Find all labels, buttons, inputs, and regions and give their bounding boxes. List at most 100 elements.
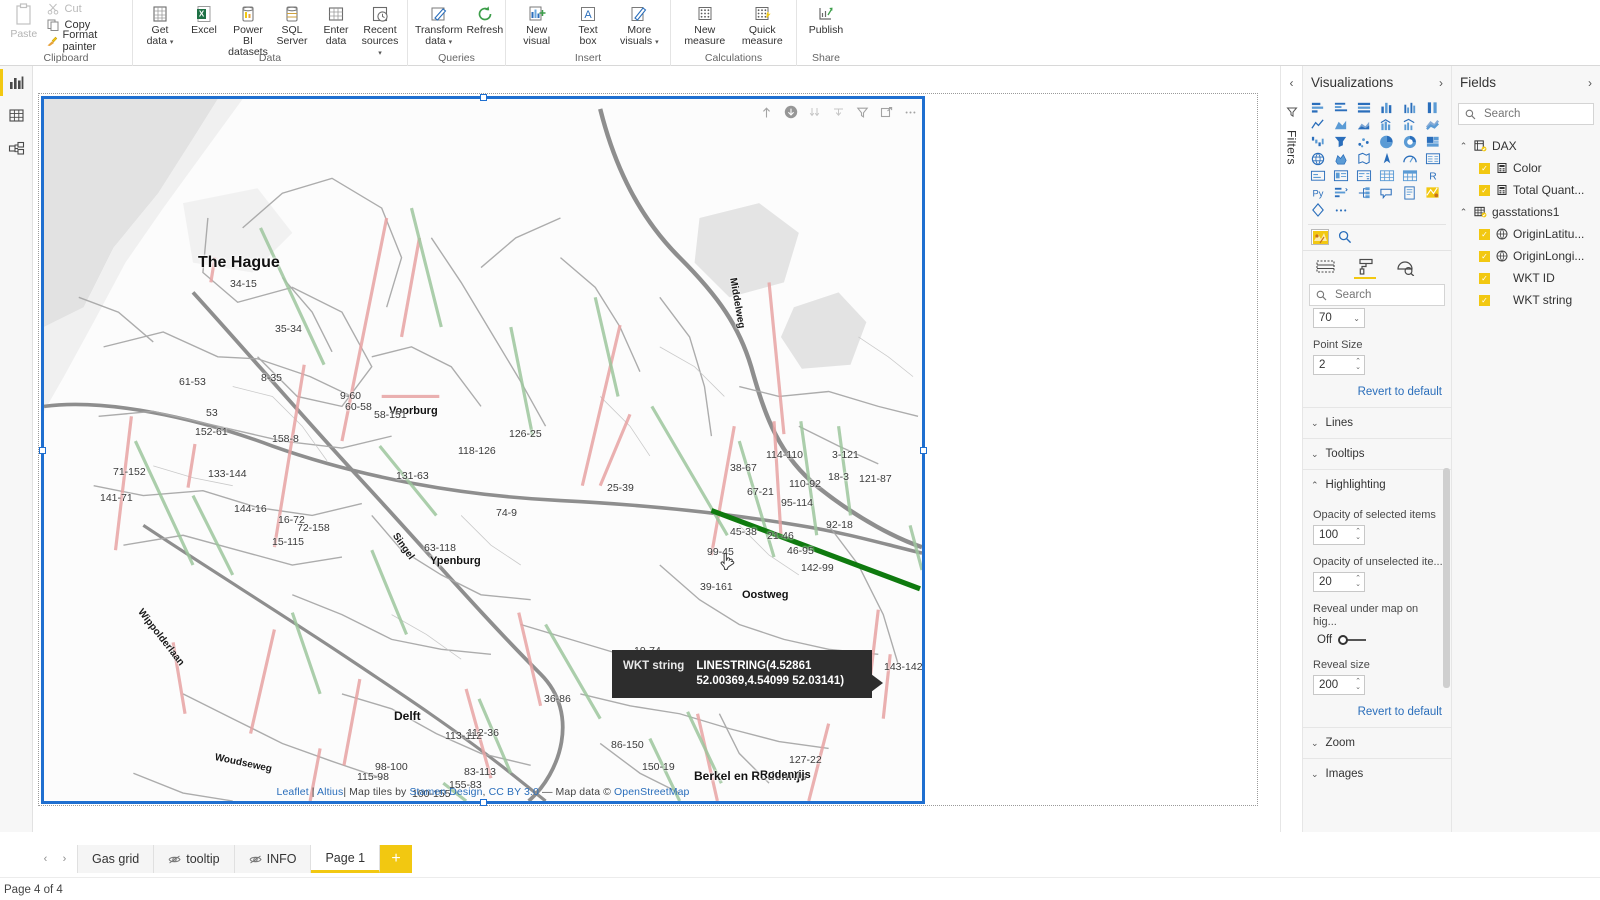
gauge-icon[interactable]: [1402, 150, 1419, 166]
table-icon[interactable]: [1378, 167, 1395, 183]
fields-item[interactable]: ✓ Total Quant...: [1458, 179, 1598, 201]
analytics-tab[interactable]: [1393, 256, 1417, 278]
multi-row-card-icon[interactable]: [1425, 150, 1442, 166]
decomposition-tree-icon[interactable]: [1355, 184, 1372, 200]
openstreetmap-link[interactable]: OpenStreetMap: [614, 786, 689, 798]
field-checkbox[interactable]: ✓: [1479, 294, 1490, 306]
page-tab-gas-grid[interactable]: Gas grid: [78, 845, 155, 873]
drill-down-icon[interactable]: [783, 105, 798, 120]
arcgis-map-icon[interactable]: [1378, 150, 1395, 166]
stepper-arrows-icon[interactable]: ⌃ ⌄: [1355, 678, 1361, 691]
reveal-under-map-toggle-row[interactable]: Off: [1317, 634, 1443, 646]
more-options-icon[interactable]: [1332, 201, 1349, 217]
fields-table-gasstations1[interactable]: ⌃ gasstations1: [1458, 201, 1598, 223]
page-tab-tooltip[interactable]: tooltip: [154, 845, 235, 873]
license-link[interactable]: CC BY 3.0: [489, 786, 539, 798]
excel-button[interactable]: X Excel: [183, 1, 225, 36]
partial-dropdown[interactable]: 70 ⌄: [1313, 308, 1365, 328]
sidebar-item-data-view[interactable]: [0, 99, 33, 132]
paste-button[interactable]: Paste: [6, 1, 42, 40]
expand-all-icon[interactable]: [831, 105, 846, 120]
page-tab-page-1[interactable]: Page 1: [311, 845, 381, 873]
format-group-images[interactable]: ⌄ Images: [1303, 758, 1451, 789]
format-group-lines[interactable]: ⌄ Lines: [1303, 407, 1451, 438]
area-chart-icon[interactable]: [1332, 116, 1349, 132]
revert-to-default-top[interactable]: Revert to default: [1303, 377, 1451, 407]
clustered-column-chart-icon[interactable]: [1402, 99, 1419, 115]
fields-tree-body[interactable]: ⌃ DAX ✓ Color ✓ Total Quant... ⌃ gasstations1 ✓ O…: [1452, 129, 1600, 832]
field-checkbox[interactable]: ✓: [1479, 250, 1490, 262]
drill-up-icon[interactable]: [759, 105, 774, 120]
chevron-up-icon[interactable]: ⌃: [1458, 207, 1469, 218]
report-page[interactable]: The HagueVoorburgYpenburgDelftDe LierOos…: [38, 93, 1258, 806]
line-stacked-column-icon[interactable]: [1378, 116, 1395, 132]
stepper-arrows-icon[interactable]: ⌃ ⌄: [1355, 358, 1361, 371]
field-checkbox[interactable]: ✓: [1479, 184, 1490, 196]
sidebar-item-model-view[interactable]: [0, 132, 33, 165]
filled-map-icon[interactable]: [1332, 150, 1349, 166]
card-icon[interactable]: [1309, 167, 1326, 183]
stepper-arrows-icon[interactable]: ⌃ ⌄: [1355, 528, 1361, 541]
clustered-bar-chart-icon[interactable]: [1332, 99, 1349, 115]
format-pane-body[interactable]: 70 ⌄ Point Size 2 ⌃⌄ Revert to default: [1303, 278, 1451, 832]
more-visuals-button[interactable]: More visuals ▾: [615, 1, 664, 48]
search-icon[interactable]: [1338, 230, 1352, 244]
field-checkbox[interactable]: ✓: [1479, 162, 1490, 174]
chevron-right-icon[interactable]: ›: [1439, 76, 1443, 90]
revert-to-default-highlighting[interactable]: Revert to default: [1303, 697, 1451, 727]
get-data-button[interactable]: Get data ▾: [139, 1, 181, 48]
new-measure-button[interactable]: New measure: [677, 1, 733, 47]
publish-button[interactable]: Publish: [803, 1, 849, 36]
format-painter-button[interactable]: Format painter: [44, 29, 126, 53]
powerbi-datasets-button[interactable]: Power BI datasets: [227, 1, 269, 58]
sidebar-item-report-view[interactable]: [0, 66, 33, 99]
recent-sources-button[interactable]: Recent sources ▾: [359, 1, 401, 59]
refresh-button[interactable]: Refresh: [465, 1, 504, 36]
sql-server-button[interactable]: SQL Server: [271, 1, 313, 47]
resize-handle-top[interactable]: [480, 94, 487, 101]
transform-data-button[interactable]: Transform data ▾: [414, 1, 463, 48]
reveal-size-stepper[interactable]: 200 ⌃ ⌄: [1313, 675, 1365, 695]
waterfall-chart-icon[interactable]: [1309, 133, 1326, 149]
fields-search-input[interactable]: [1482, 107, 1587, 121]
more-options-icon[interactable]: [903, 105, 918, 120]
format-scroll-region[interactable]: 70 ⌄ Point Size 2 ⌃⌄ Revert to default: [1303, 278, 1451, 832]
stepper-arrows-icon[interactable]: ⌃ ⌄: [1355, 575, 1361, 588]
stacked-bar-chart-icon[interactable]: [1309, 99, 1326, 115]
filter-icon[interactable]: [855, 105, 870, 120]
pie-chart-icon[interactable]: [1378, 133, 1395, 149]
focus-mode-icon[interactable]: [879, 105, 894, 120]
fields-item[interactable]: ✓ WKT ID: [1458, 267, 1598, 289]
map-visual-container[interactable]: The HagueVoorburgYpenburgDelftDe LierOos…: [39, 94, 927, 806]
leaflet-link[interactable]: Leaflet: [277, 786, 309, 798]
expand-hierarchy-icon[interactable]: [807, 105, 822, 120]
resize-handle-left[interactable]: [39, 447, 46, 454]
stacked-column-chart-icon[interactable]: [1378, 99, 1395, 115]
resize-handle-bottom[interactable]: [480, 799, 487, 806]
qa-visual-icon[interactable]: [1378, 184, 1395, 200]
fields-table-dax[interactable]: ⌃ DAX: [1458, 135, 1598, 157]
format-group-tooltips[interactable]: ⌄ Tooltips: [1303, 438, 1451, 469]
100-stacked-bar-icon[interactable]: [1355, 99, 1372, 115]
scatter-chart-icon[interactable]: [1355, 133, 1372, 149]
fields-tab[interactable]: [1313, 256, 1337, 278]
opacity-unselected-stepper[interactable]: 20 ⌃ ⌄: [1313, 572, 1365, 592]
fields-item[interactable]: ✓ OriginLongi...: [1458, 245, 1598, 267]
donut-chart-icon[interactable]: [1402, 133, 1419, 149]
text-box-button[interactable]: A Text box: [563, 1, 612, 47]
format-search-input[interactable]: [1333, 288, 1438, 302]
altius-link[interactable]: Altius: [317, 786, 343, 798]
page-tab-info[interactable]: INFO: [234, 845, 312, 873]
get-more-visuals-icon[interactable]: [1309, 201, 1326, 217]
quick-measure-button[interactable]: Quick measure: [735, 1, 791, 47]
key-influencers-icon[interactable]: [1332, 184, 1349, 200]
page-next-button[interactable]: ›: [55, 853, 74, 865]
new-visual-button[interactable]: New visual: [512, 1, 561, 47]
shape-map-icon[interactable]: [1355, 150, 1372, 166]
cut-button[interactable]: Cut: [44, 1, 126, 17]
format-group-highlighting[interactable]: ⌃ Highlighting: [1303, 469, 1451, 500]
page-prev-button[interactable]: ‹: [36, 853, 55, 865]
chevron-right-icon[interactable]: ›: [1588, 76, 1592, 90]
resize-handle-right[interactable]: [920, 447, 927, 454]
add-page-button[interactable]: +: [380, 845, 413, 873]
